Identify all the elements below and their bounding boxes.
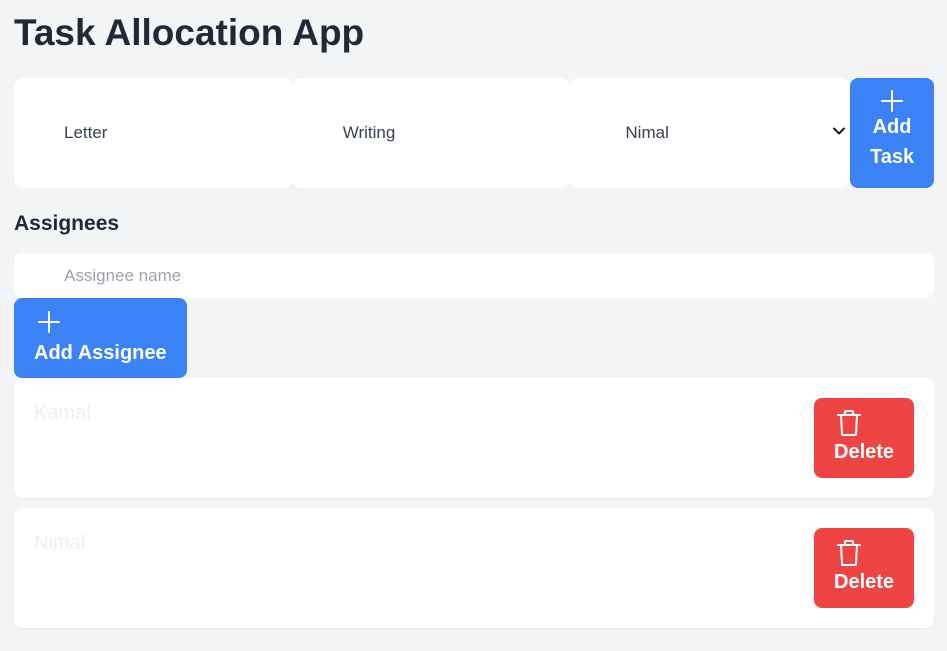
plus-icon [38,311,60,333]
assignee-name-placeholder: Assignee name [64,265,182,285]
plus-icon [881,90,904,112]
assignee-select-value: Nimal [625,123,669,142]
assignee-card: Nimal Delete [14,508,934,628]
task-allocation-app: Task Allocation App Letter Writing Nimal… [0,0,947,651]
delete-assignee-button[interactable]: Delete [814,528,914,608]
assignee-name: Kamal [34,402,91,424]
assignee-select[interactable]: Nimal [570,78,851,188]
page-title: Task Allocation App [14,12,365,53]
add-task-label-line1: Add [872,116,912,138]
add-assignee-button[interactable]: Add Assignee [14,298,187,378]
add-task-label-line2: Task [870,146,915,168]
delete-assignee-button[interactable]: Delete [814,398,914,478]
trash-icon [837,410,861,436]
delete-label: Delete [834,441,895,463]
trash-icon [837,540,861,566]
assignee-card: Kamal Delete [14,378,934,498]
assignees-heading: Assignees [14,212,120,235]
task-description-input[interactable]: Writing [292,78,571,188]
task-title-value: Letter [64,123,108,142]
assignee-name-input[interactable]: Assignee name [14,253,934,298]
task-description-value: Writing [342,123,396,142]
add-task-button[interactable]: Add Task [850,78,934,188]
add-assignee-label: Add Assignee [34,342,167,364]
chevron-down-icon [833,127,846,135]
delete-label: Delete [834,571,895,593]
task-form: Letter Writing Nimal Add Task [14,78,934,188]
task-title-input[interactable]: Letter [14,78,293,188]
assignee-name: Nimal [34,532,86,554]
